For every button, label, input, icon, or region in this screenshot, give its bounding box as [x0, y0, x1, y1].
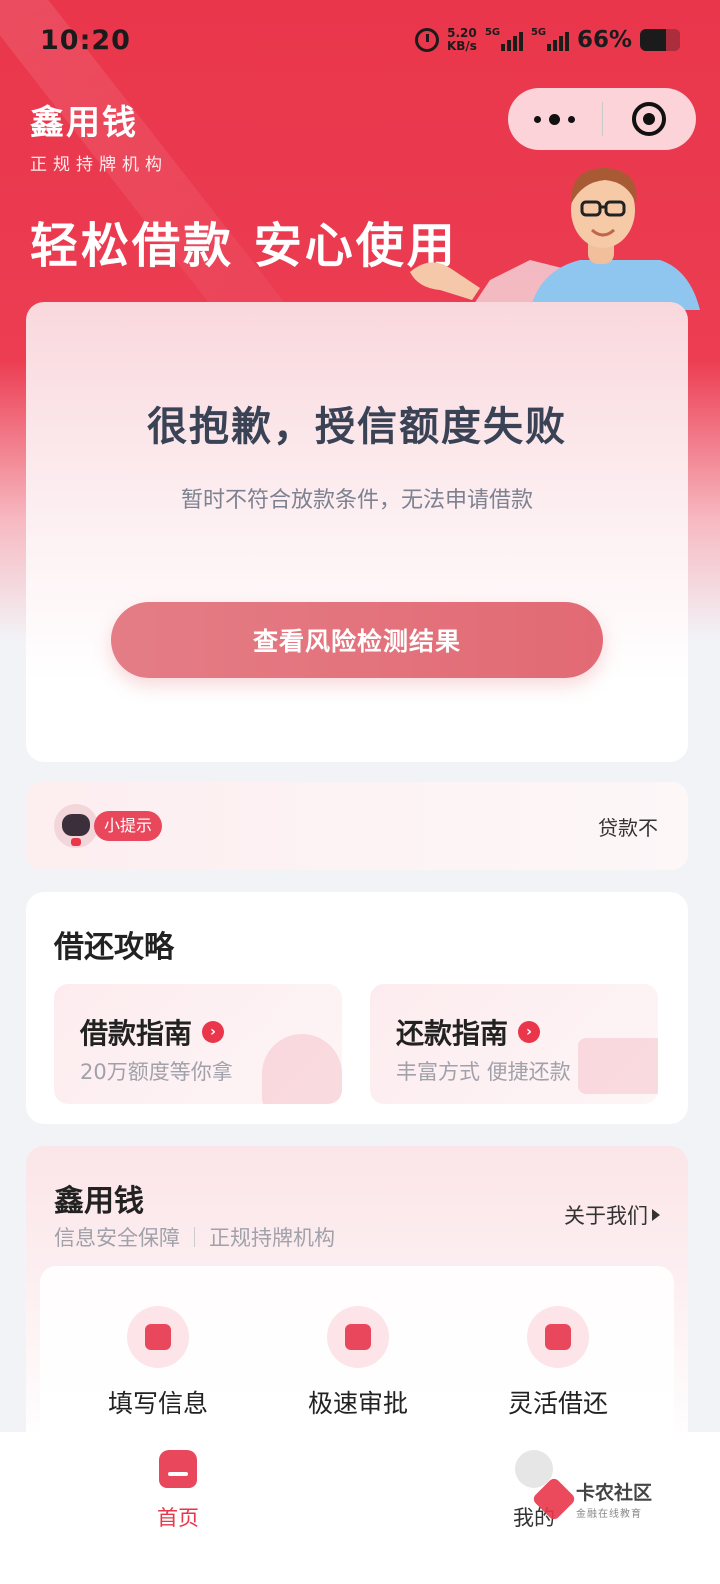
feature-panel: 填写信息 1分钟线上申请 极速审批 最快3分钟审批 灵活借还 息费透明合规平台: [40, 1266, 674, 1446]
guide-section: 借还攻略 借款指南 › 20万额度等你拿 还款指南 › 丰富方式 便捷还款: [26, 892, 688, 1124]
tip-text: 贷款不: [598, 815, 658, 840]
about-tag-licensed: 正规持牌机构: [209, 1226, 335, 1250]
close-miniprogram-icon[interactable]: [603, 102, 697, 136]
user-profile-icon: [127, 1306, 189, 1368]
signal-tag-1: 5G: [484, 27, 501, 38]
result-title: 很抱歉，授信额度失败: [147, 404, 567, 450]
watermark-text: 卡农社区 金融在线教育: [576, 1478, 652, 1520]
network-speed: 5.20 KB/s: [447, 27, 477, 53]
more-options-icon[interactable]: [508, 113, 602, 125]
borrow-guide-subtitle: 20万额度等你拿: [80, 1060, 233, 1084]
feature-title: 极速审批: [307, 1389, 408, 1418]
hand-approval-icon: [327, 1306, 389, 1368]
feature-flexible-repay: 灵活借还 息费透明合规平台: [458, 1306, 658, 1446]
alarm-icon: [414, 28, 439, 52]
network-speed-unit: KB/s: [446, 39, 477, 53]
watermark: 卡农社区 金融在线教育: [531, 1476, 652, 1522]
feature-title: 灵活借还: [507, 1389, 608, 1418]
about-section: 鑫用钱 信息安全保障 正规持牌机构 关于我们 填写信息 1分钟线上申请 极速审批…: [26, 1146, 688, 1446]
brand-subtitle: 正规持牌机构: [30, 155, 168, 175]
feature-title: 填写信息: [107, 1389, 208, 1418]
signal-icon-1: 5G: [484, 27, 523, 51]
about-us-label: 关于我们: [564, 1204, 648, 1228]
miniprogram-capsule: [508, 88, 696, 150]
chevron-right-icon: ›: [202, 1021, 225, 1043]
view-risk-result-button[interactable]: 查看风险检测结果: [111, 602, 603, 678]
feature-fast-approval: 极速审批 最快3分钟审批: [258, 1306, 458, 1446]
shield-icon: [527, 1306, 589, 1368]
signal-icon-2: 5G: [530, 27, 569, 51]
status-indicators: 5.20 KB/s 5G 5G 66%: [414, 27, 680, 53]
result-subtitle: 暂时不符合放款条件，无法申请借款: [180, 488, 533, 513]
bank-card-icon: [578, 1038, 658, 1094]
watermark-logo-icon: [531, 1476, 577, 1522]
mascot-illustration: [410, 168, 700, 310]
signal-tag-2: 5G: [530, 27, 547, 38]
credit-result-card: 很抱歉，授信额度失败 暂时不符合放款条件，无法申请借款 查看风险检测结果: [26, 302, 688, 762]
repay-guide-title: 还款指南: [396, 1017, 509, 1050]
money-bag-icon: [262, 1034, 342, 1104]
battery-icon: [640, 29, 680, 51]
home-icon: [159, 1450, 197, 1488]
tag-divider: [194, 1227, 195, 1247]
slogan: 轻松借款 安心使用: [30, 218, 458, 274]
about-title: 鑫用钱: [54, 1184, 144, 1219]
brand: 鑫用钱 正规持牌机构: [30, 95, 168, 175]
about-tag-security: 信息安全保障: [54, 1226, 180, 1250]
status-time: 10:20: [40, 24, 131, 56]
feature-fill-info: 填写信息 1分钟线上申请: [58, 1306, 258, 1446]
repay-guide-title-row: 还款指南 ›: [396, 1012, 541, 1052]
repay-guide-subtitle: 丰富方式 便捷还款: [396, 1060, 571, 1084]
battery-percent: 66%: [576, 27, 632, 53]
tab-home[interactable]: 首页: [118, 1450, 238, 1532]
about-tags: 信息安全保障 正规持牌机构: [54, 1222, 335, 1252]
brand-name: 鑫用钱: [30, 103, 138, 143]
status-bar: 10:20 5.20 KB/s 5G 5G 66%: [0, 0, 720, 80]
about-us-link[interactable]: 关于我们: [564, 1200, 660, 1230]
guide-section-title: 借还攻略: [54, 930, 174, 965]
borrow-guide-card[interactable]: 借款指南 › 20万额度等你拿: [54, 984, 342, 1104]
tip-bar[interactable]: 小提示 贷款不: [26, 782, 688, 870]
watermark-sub: 金融在线教育: [576, 1509, 642, 1520]
repay-guide-card[interactable]: 还款指南 › 丰富方式 便捷还款: [370, 984, 658, 1104]
robot-avatar-icon: [54, 804, 98, 848]
tip-badge: 小提示: [94, 811, 163, 841]
tab-home-label: 首页: [157, 1506, 199, 1530]
borrow-guide-title: 借款指南: [80, 1017, 193, 1050]
caret-right-icon: [652, 1209, 660, 1221]
watermark-main: 卡农社区: [576, 1482, 653, 1504]
chevron-right-icon: ›: [518, 1021, 541, 1043]
borrow-guide-title-row: 借款指南 ›: [80, 1012, 225, 1052]
